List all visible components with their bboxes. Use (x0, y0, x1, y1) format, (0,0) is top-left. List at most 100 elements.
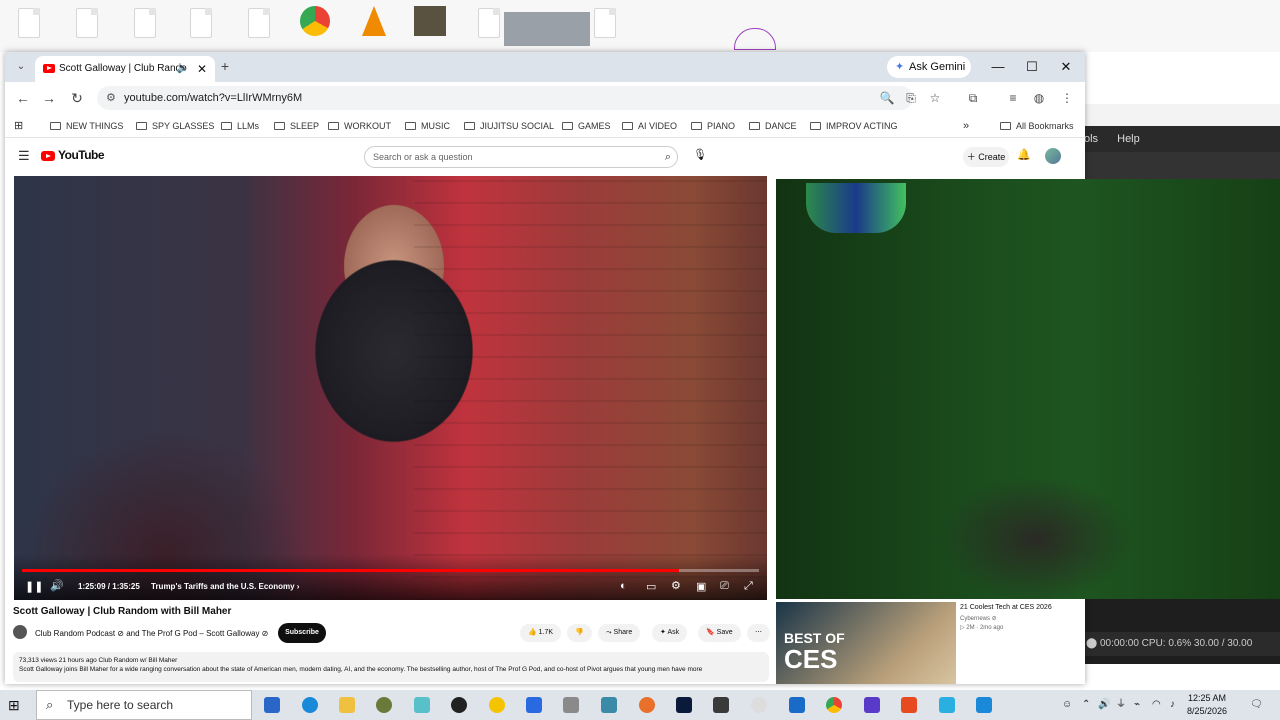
more-actions-icon[interactable]: ⋯ (747, 624, 770, 642)
clock[interactable]: 12:25 AM 8/25/2026 (1187, 692, 1227, 718)
all-bookmarks[interactable]: All Bookmarks (1000, 114, 1074, 138)
minimize-icon[interactable]: — (981, 52, 1015, 82)
progress-bar[interactable] (22, 569, 759, 572)
cast-icon[interactable]: ⎚ (720, 580, 729, 593)
avatar[interactable] (1045, 148, 1061, 164)
bookmark-folder[interactable]: MUSIC (405, 114, 450, 138)
recommended-thumbnail[interactable]: BEST OF CES (776, 602, 956, 684)
channel-avatar[interactable] (13, 625, 27, 639)
bg-menu-tools[interactable]: ols (1084, 133, 1098, 145)
hamburger-menu-icon[interactable]: ☰ (18, 148, 30, 164)
settings-gear-icon[interactable]: ⚙ (671, 579, 681, 592)
close-tab-icon[interactable]: ✕ (197, 56, 207, 82)
back-icon[interactable]: ← (13, 88, 33, 108)
bookmark-folder[interactable]: AI VIDEO (622, 114, 677, 138)
bookmark-folder[interactable]: PIANO (691, 114, 735, 138)
install-app-icon[interactable]: ⎘ (901, 88, 921, 108)
bookmark-folder[interactable]: GAMES (562, 114, 611, 138)
windows-start-icon[interactable]: ⊞ (8, 697, 20, 714)
app-desktop-icon[interactable] (734, 28, 776, 50)
scrollbar[interactable] (1071, 144, 1081, 684)
reload-icon[interactable]: ↻ (67, 88, 87, 108)
volume-tray-icon[interactable]: 🔊 (1098, 690, 1110, 720)
chrome-desktop-icon[interactable] (300, 6, 330, 36)
app-icon[interactable] (414, 697, 430, 713)
bookmark-folder[interactable]: NEW THINGS (50, 114, 123, 138)
app-icon[interactable] (601, 697, 617, 713)
app-icon[interactable] (864, 697, 880, 713)
like-button[interactable]: 👍 1.7K (520, 624, 562, 642)
subscribe-button[interactable]: Subscribe (278, 623, 326, 643)
tab-search-chevron-icon[interactable]: ⌄ (11, 57, 31, 77)
ask-button[interactable]: ✦ Ask (652, 624, 688, 642)
address-bar[interactable]: ⚙ youtube.com/watch?v=LlIrWMrny6M (97, 86, 913, 110)
create-button[interactable]: ＋ Create (963, 147, 1009, 167)
network-icon[interactable]: ⌁ (1134, 690, 1140, 720)
tray-expand-icon[interactable]: ⌃ (1082, 690, 1090, 720)
image-desktop-icon[interactable] (414, 6, 446, 36)
bookmark-folder[interactable]: SPY GLASSES (136, 114, 214, 138)
pause-icon[interactable]: ❚❚ (25, 580, 43, 593)
save-button[interactable]: 🔖 Save (698, 624, 741, 642)
desktop-file-icon[interactable] (76, 8, 98, 38)
desktop-file-icon[interactable] (594, 8, 616, 38)
people-icon[interactable]: ☺ (1062, 690, 1072, 720)
new-tab-icon[interactable]: + (215, 56, 235, 76)
notifications-bell-icon[interactable]: 🔔 (1017, 148, 1031, 161)
captions-icon[interactable]: ▭ (646, 580, 656, 593)
desktop-file-icon[interactable] (134, 8, 156, 38)
forward-icon[interactable]: → (39, 88, 59, 108)
search-input[interactable]: Search or ask a question ⌕ (364, 146, 678, 168)
recommended-channel[interactable]: Cybernews ⊘ (960, 615, 1003, 624)
search-icon[interactable]: ⌕ (665, 147, 671, 167)
miniplayer-icon[interactable]: ▣ (696, 580, 706, 593)
bookmark-folder[interactable]: SLEEP (274, 114, 319, 138)
firefox-icon[interactable] (639, 697, 655, 713)
taskbar-search[interactable]: ⌕ Type here to search (36, 690, 252, 720)
app-icon[interactable] (489, 697, 505, 713)
site-info-icon[interactable]: ⚙ (106, 86, 116, 110)
app-icon[interactable] (976, 697, 992, 713)
desktop-file-icon[interactable] (478, 8, 500, 38)
dislike-button[interactable]: 👎 (567, 624, 592, 642)
desktop-file-icon[interactable] (18, 8, 40, 38)
bookmark-folder[interactable]: LLMs (221, 114, 259, 138)
app-icon[interactable] (789, 697, 805, 713)
vlc-desktop-icon[interactable] (362, 6, 386, 36)
docs-icon[interactable] (526, 697, 542, 713)
notifications-icon[interactable]: 🗨 (1250, 690, 1263, 720)
file-explorer-icon[interactable] (339, 697, 355, 713)
speaker-tray-icon[interactable]: ♪ (1170, 690, 1175, 720)
more-bookmarks-icon[interactable]: » (963, 114, 969, 138)
edge-icon[interactable] (302, 697, 318, 713)
bookmark-star-icon[interactable]: ☆ (925, 88, 945, 108)
app-icon[interactable] (376, 697, 392, 713)
youtube-logo-text[interactable]: YouTube (58, 148, 105, 162)
image-desktop-icon[interactable] (504, 12, 590, 46)
menu-kebab-icon[interactable]: ⋮ (1057, 88, 1077, 108)
chapter-title[interactable]: Trump's Tariffs and the U.S. Economy › (151, 582, 299, 591)
maximize-icon[interactable]: ☐ (1015, 52, 1049, 82)
chrome-icon[interactable] (826, 697, 842, 713)
bookmark-folder[interactable]: DANCE (749, 114, 797, 138)
photoshop-icon[interactable] (676, 697, 692, 713)
profile-icon[interactable]: ◍ (1029, 88, 1049, 108)
ask-gemini-button[interactable]: ✦ Ask Gemini (887, 56, 971, 78)
task-view-icon[interactable] (264, 697, 280, 713)
description-box[interactable]: 73,313 views 21 hours ago Club Random w/… (13, 652, 769, 682)
microphone-icon[interactable]: 🎙 (693, 148, 707, 161)
share-button[interactable]: ⤳ Share (598, 624, 641, 642)
speaker-icon[interactable]: 🔈 (177, 56, 189, 82)
recommended-title[interactable]: 21 Coolest Tech at CES 2026 (960, 604, 1052, 611)
youtube-logo-icon[interactable] (41, 151, 55, 161)
volume-icon[interactable]: 🔊 (50, 579, 64, 592)
bookmark-folder[interactable]: JIUJITSU SOCIAL (464, 114, 554, 138)
brave-icon[interactable] (901, 697, 917, 713)
app-icon[interactable] (939, 697, 955, 713)
zoom-icon[interactable]: 🔍 (877, 88, 897, 108)
obs-icon[interactable] (451, 697, 467, 713)
bookmark-folder[interactable]: IMPROV ACTING (810, 114, 898, 138)
app-icon[interactable] (563, 697, 579, 713)
video-player[interactable]: ❚❚ 🔊 1:25:09 / 1:35:25 Trump's Tariffs a… (14, 176, 767, 600)
apps-grid-icon[interactable]: ⊞ (14, 114, 23, 138)
